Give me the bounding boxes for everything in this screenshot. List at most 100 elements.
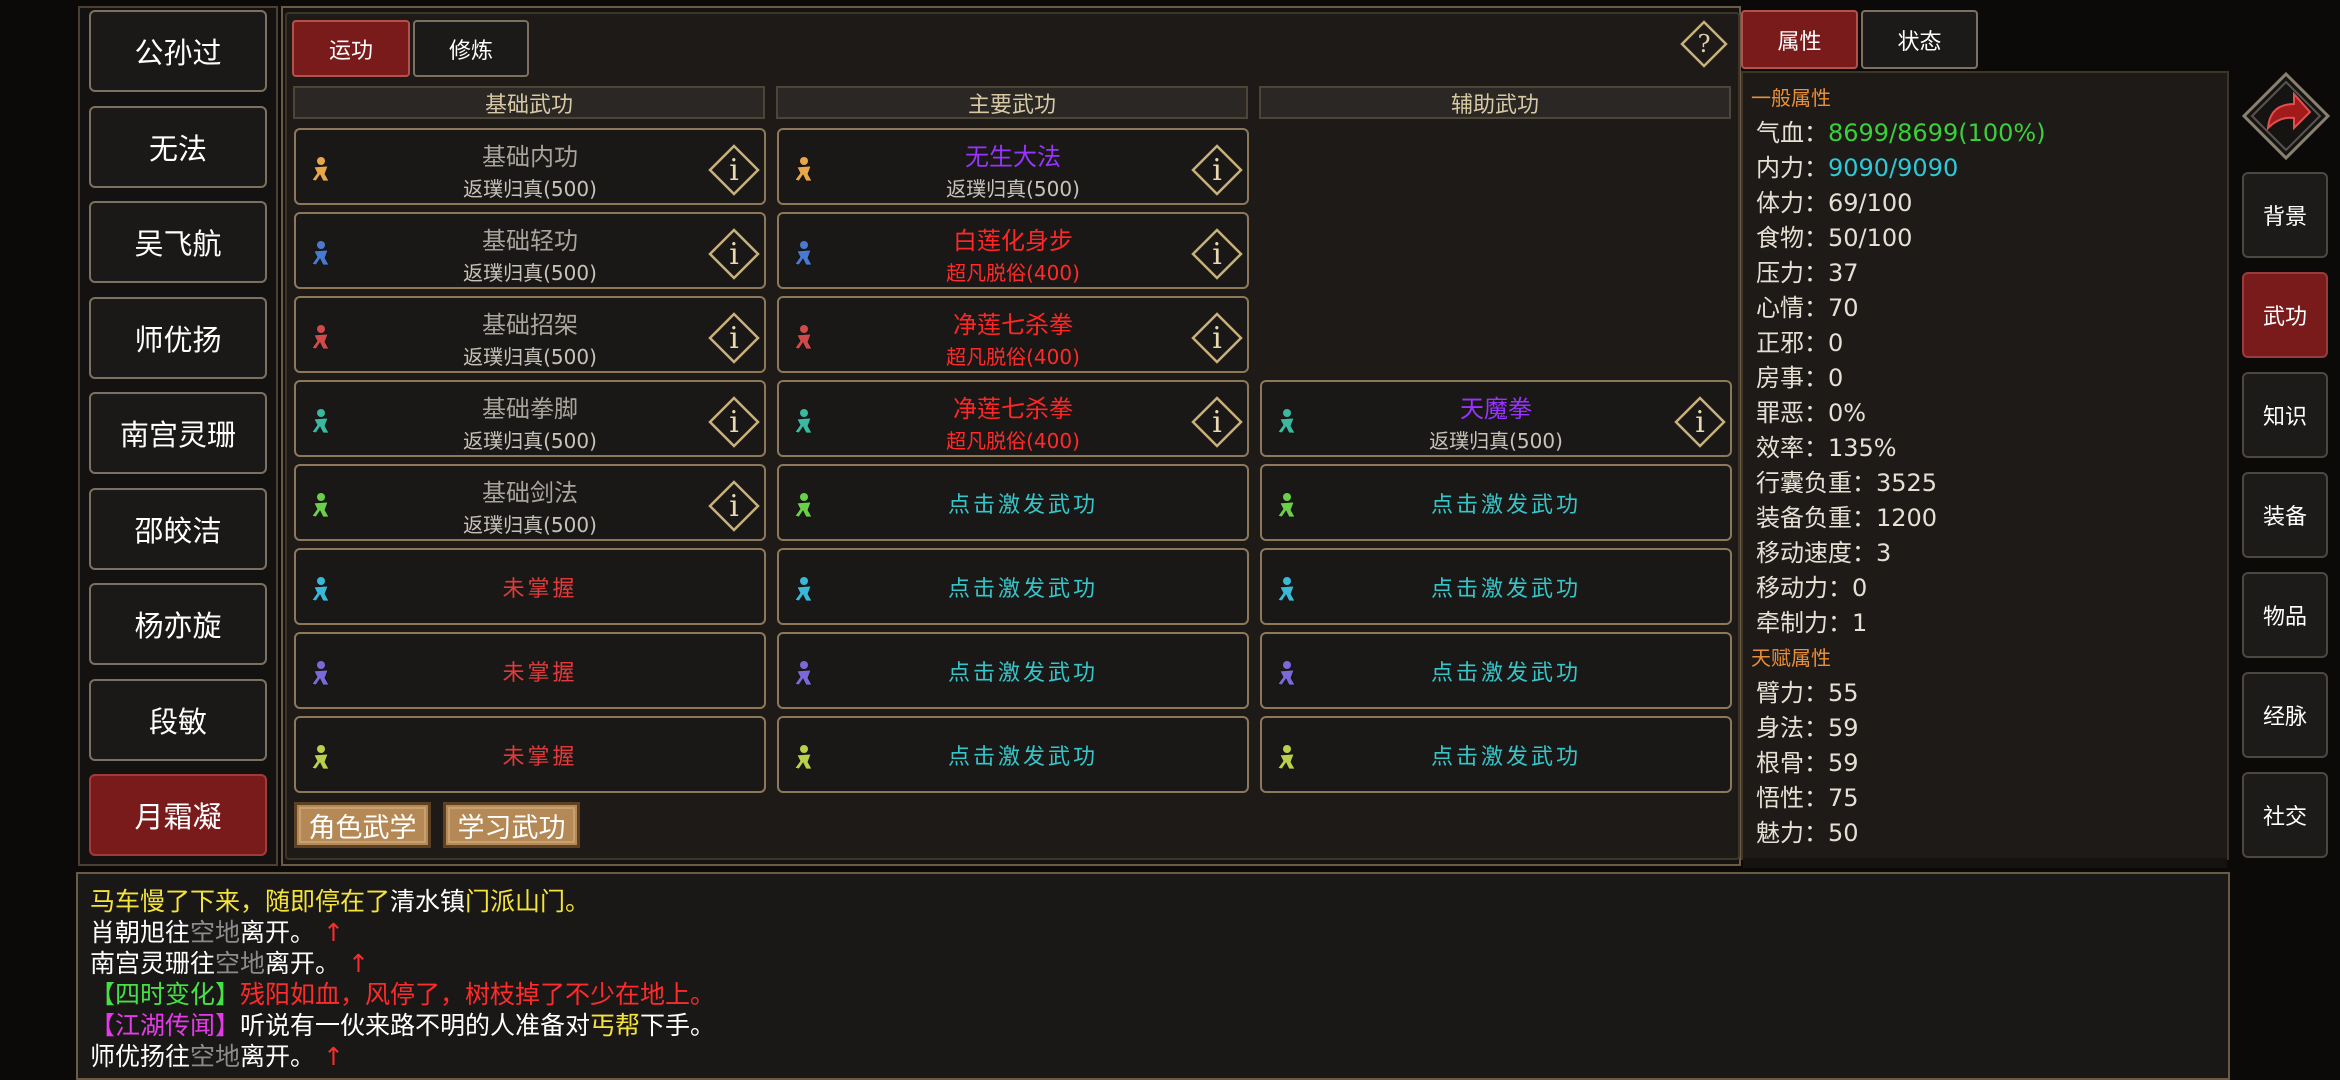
character-button[interactable]: 无法 (89, 105, 267, 188)
character-button[interactable]: 师优扬 (89, 296, 267, 379)
attribute-value: 0 (1828, 364, 1844, 392)
figure-icon (1277, 745, 1296, 770)
character-button[interactable]: 吴飞航 (89, 201, 267, 283)
info-icon[interactable]: i (1191, 396, 1243, 448)
nav-button[interactable]: 经脉 (2242, 672, 2328, 758)
skill-name: 基础内功 (482, 143, 578, 171)
help-button[interactable]: ? (1680, 20, 1728, 68)
tab-attributes[interactable]: 属性 (1741, 10, 1858, 69)
attribute-value: 0 (1828, 329, 1844, 357)
aux-martial-slot[interactable]: 天魔拳 返璞归真(500) i (1260, 380, 1732, 457)
attribute-label: 压力： (1756, 259, 1828, 287)
aux-martial-slot[interactable]: 点击激发武功 (1260, 716, 1732, 793)
aux-martial-slot[interactable]: 点击激发武功 (1260, 548, 1732, 625)
up-arrow-icon: ↑ (323, 1042, 344, 1071)
attribute-value: 37 (1828, 259, 1859, 287)
attribute-row: 压力：37 (1756, 253, 1859, 288)
attribute-value: 0 (1852, 574, 1868, 602)
main-martial-slot[interactable]: 点击激发武功 (777, 632, 1249, 709)
character-button[interactable]: 杨亦旋 (89, 583, 267, 665)
activate-hint: 点击激发武功 (947, 576, 1098, 602)
unlearned-label: 未掌握 (502, 660, 578, 686)
return-button[interactable] (2240, 70, 2332, 162)
main-martial-slot[interactable]: 净莲七杀拳 超凡脱俗(400) i (777, 380, 1249, 457)
svg-text:i: i (729, 237, 739, 272)
tab-xiulian[interactable]: 修炼 (413, 20, 529, 77)
character-button[interactable]: 公孙过 (89, 10, 267, 92)
role-martial-button[interactable]: 角色武学 (294, 802, 431, 848)
talent-attributes-title: 天赋属性 (1751, 646, 1831, 670)
info-icon[interactable]: i (1191, 228, 1243, 280)
character-button[interactable]: 南宫灵珊 (89, 392, 267, 474)
nav-button[interactable]: 装备 (2242, 472, 2328, 558)
attribute-label: 体力： (1756, 189, 1828, 217)
main-martial-slot[interactable]: 无生大法返璞归真(500) i (777, 128, 1249, 205)
attribute-value: 1200 (1876, 504, 1938, 532)
main-martial-slot[interactable]: 点击激发武功 (777, 548, 1249, 625)
tab-status[interactable]: 状态 (1861, 10, 1978, 69)
character-button[interactable]: 邵皎洁 (89, 487, 267, 570)
log-line-6: 师优扬往空地离开。 ↑ (90, 1042, 344, 1071)
info-icon[interactable]: i (1674, 396, 1726, 448)
svg-text:i: i (729, 405, 739, 440)
info-icon[interactable]: i (708, 312, 760, 364)
attribute-row: 房事：0 (1756, 358, 1843, 393)
basic-martial-slot[interactable]: 基础轻功 返璞归真(500) i (294, 212, 766, 289)
talent-row: 臂力：55 (1756, 673, 1859, 708)
main-martial-slot[interactable]: 白莲化身步 超凡脱俗(400) i (777, 212, 1249, 289)
attribute-row: 心情：70 (1756, 288, 1859, 323)
aux-martial-slot[interactable]: 点击激发武功 (1260, 632, 1732, 709)
main-martial-slot[interactable]: 点击激发武功 (777, 464, 1249, 541)
attribute-value: 59 (1828, 714, 1859, 742)
info-icon[interactable]: i (708, 396, 760, 448)
figure-icon (311, 409, 330, 434)
nav-button[interactable]: 物品 (2242, 572, 2328, 658)
nav-button[interactable]: 背景 (2242, 172, 2328, 258)
skill-level: 返璞归真(500) (463, 177, 597, 201)
figure-icon (311, 325, 330, 350)
skill-name: 无生大法 (965, 143, 1061, 171)
basic-martial-slot[interactable]: 未掌握 (294, 548, 766, 625)
attribute-label: 食物： (1756, 224, 1828, 252)
skill-name: 净莲七杀拳 (953, 395, 1073, 423)
nav-button[interactable]: 武功 (2242, 272, 2328, 358)
attribute-panel-clip (1743, 858, 2227, 868)
skill-level: 返璞归真(500) (946, 177, 1080, 201)
figure-icon (794, 745, 813, 770)
basic-martial-slot[interactable]: 基础招架 返璞归真(500) i (294, 296, 766, 373)
tab-yungong[interactable]: 运功 (292, 20, 410, 77)
learn-martial-button[interactable]: 学习武功 (443, 802, 580, 848)
figure-icon (311, 241, 330, 266)
figure-icon (1277, 661, 1296, 686)
basic-martial-slot[interactable]: 基础剑法 返璞归真(500) i (294, 464, 766, 541)
main-martial-slot[interactable]: 净莲七杀拳 超凡脱俗(400) i (777, 296, 1249, 373)
basic-martial-slot[interactable]: 未掌握 (294, 632, 766, 709)
attribute-label: 正邪： (1756, 329, 1828, 357)
svg-text:?: ? (1698, 30, 1711, 58)
basic-martial-slot[interactable]: 基础内功返璞归真(500) i (294, 128, 766, 205)
basic-martial-slot[interactable]: 未掌握 (294, 716, 766, 793)
skill-name: 基础轻功 (482, 227, 578, 255)
info-icon[interactable]: i (708, 228, 760, 280)
character-button[interactable]: 段敏 (89, 678, 267, 761)
info-icon[interactable]: i (1191, 144, 1243, 196)
basic-martial-slot[interactable]: 基础拳脚 返璞归真(500) i (294, 380, 766, 457)
info-icon[interactable]: i (708, 480, 760, 532)
svg-text:i: i (729, 321, 739, 356)
info-icon[interactable]: i (1191, 312, 1243, 364)
figure-icon (794, 493, 813, 518)
attribute-value: 9090/9090 (1828, 154, 1959, 182)
attribute-label: 臂力： (1756, 679, 1828, 707)
talent-row: 根骨：59 (1756, 743, 1859, 778)
character-button[interactable]: 月霜凝 (89, 774, 267, 856)
attribute-row: 罪恶：0% (1756, 393, 1866, 428)
info-icon[interactable]: i (708, 144, 760, 196)
nav-button[interactable]: 知识 (2242, 372, 2328, 458)
main-martial-slot[interactable]: 点击激发武功 (777, 716, 1249, 793)
figure-icon (794, 157, 813, 182)
figure-icon (311, 745, 330, 770)
attribute-value: 75 (1828, 784, 1859, 812)
nav-button[interactable]: 社交 (2242, 772, 2328, 858)
attribute-label: 悟性： (1756, 784, 1828, 812)
aux-martial-slot[interactable]: 点击激发武功 (1260, 464, 1732, 541)
